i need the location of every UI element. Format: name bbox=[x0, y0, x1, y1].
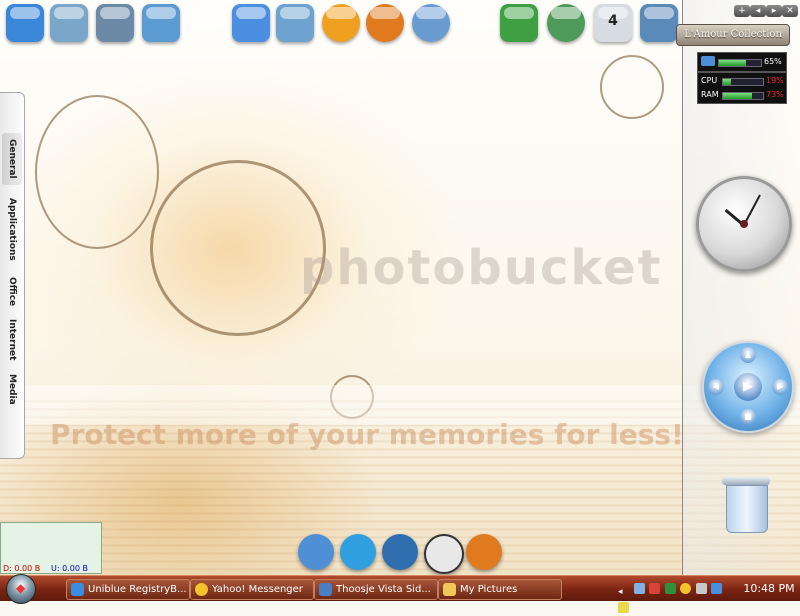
documents-icon[interactable] bbox=[50, 4, 88, 42]
task-thoosje-label: Thoosje Vista Sid... bbox=[336, 584, 431, 595]
tray-safety-icon[interactable] bbox=[618, 602, 629, 613]
thoosje-icon bbox=[319, 582, 332, 596]
media-icon[interactable] bbox=[96, 4, 134, 42]
recycle-bin-icon[interactable] bbox=[720, 475, 772, 533]
battery-meter: 65% bbox=[697, 52, 787, 72]
battery-value: 65% bbox=[764, 57, 782, 66]
task-uniblue[interactable]: Uniblue RegistryB... bbox=[66, 579, 190, 600]
network-icon[interactable] bbox=[142, 4, 180, 42]
tab-office-label: Office bbox=[7, 277, 17, 307]
dock-firefox-icon[interactable] bbox=[466, 534, 502, 570]
firefox-icon[interactable] bbox=[366, 4, 404, 42]
media-next-icon[interactable]: ▶ bbox=[772, 379, 788, 395]
ram-label: RAM bbox=[701, 90, 719, 99]
cpu-bar-fill bbox=[723, 79, 731, 85]
tab-internet[interactable]: Internet bbox=[2, 317, 22, 363]
tray-expand-icon[interactable]: ◂ bbox=[618, 587, 629, 598]
cpu-bar bbox=[722, 78, 764, 86]
cpu-value: 19% bbox=[766, 76, 784, 85]
ship-icon[interactable] bbox=[640, 4, 678, 42]
watermark-slogan: Protect more of your memories for less! bbox=[50, 418, 684, 451]
media-stop-icon[interactable]: ■ bbox=[740, 409, 756, 425]
transfer-icon[interactable] bbox=[276, 4, 314, 42]
uniblue-icon bbox=[71, 582, 84, 596]
dock-windows-icon[interactable] bbox=[382, 534, 418, 570]
tab-media-label: Media bbox=[7, 373, 17, 405]
taskbar-clock[interactable]: 10:48 PM bbox=[740, 576, 798, 601]
tray-shield-icon[interactable] bbox=[649, 583, 660, 594]
network-monitor-gadget: D: 0.00 B U: 0.00 B bbox=[0, 522, 102, 574]
settings-icon[interactable] bbox=[547, 4, 585, 42]
battery-bar bbox=[718, 59, 762, 67]
net-upload-value: U: 0.00 B bbox=[51, 564, 88, 573]
task-my-pictures-label: My Pictures bbox=[460, 584, 518, 595]
media-prev-icon[interactable]: ◀ bbox=[708, 379, 724, 395]
wallpaper-swirl bbox=[35, 95, 159, 249]
recycle-bin-lid bbox=[722, 477, 770, 485]
desktop-wallpaper: photobucket Protect more of your memorie… bbox=[0, 0, 800, 575]
search-icon[interactable] bbox=[412, 4, 450, 42]
media-up-icon[interactable]: ▲ bbox=[740, 347, 756, 363]
system-tray: ◂ bbox=[618, 579, 736, 613]
net-download-value: D: 0.00 B bbox=[3, 564, 41, 573]
ram-bar-fill bbox=[723, 93, 753, 99]
battery-icon bbox=[701, 56, 715, 66]
media-play-icon[interactable]: ▶ bbox=[734, 373, 762, 401]
cpu-label: CPU bbox=[701, 76, 718, 85]
task-thoosje-sidebar[interactable]: Thoosje Vista Sid... bbox=[314, 579, 438, 600]
tab-internet-label: Internet bbox=[7, 319, 17, 361]
yahoo-messenger-icon bbox=[195, 582, 208, 596]
messenger-icon[interactable] bbox=[322, 4, 360, 42]
calendar-day: 4 bbox=[608, 13, 618, 29]
folder-icon bbox=[443, 582, 456, 596]
tab-general-label: General bbox=[7, 139, 17, 179]
launcher-side-tabs: General Applications Office Internet Med… bbox=[0, 92, 25, 459]
taskbar: ◆ Uniblue RegistryB... Yahoo! Messenger … bbox=[0, 574, 800, 613]
task-yahoo-label: Yahoo! Messenger bbox=[212, 584, 303, 595]
gecko-icon[interactable] bbox=[500, 4, 538, 42]
tray-network-icon[interactable] bbox=[633, 583, 645, 594]
analog-clock-gadget[interactable] bbox=[696, 176, 792, 272]
sidebar-title: L'Amour Collection bbox=[676, 24, 790, 46]
tray-volume-icon[interactable] bbox=[695, 583, 707, 594]
tray-update-icon[interactable] bbox=[711, 583, 722, 594]
tray-antivirus-icon[interactable] bbox=[664, 583, 676, 594]
ram-bar bbox=[722, 92, 764, 100]
task-uniblue-label: Uniblue RegistryB... bbox=[88, 584, 187, 595]
media-player-gadget: ▲ ◀ ▶ ▶ ■ bbox=[702, 341, 794, 433]
tray-messenger-icon[interactable] bbox=[680, 583, 691, 594]
tab-applications[interactable]: Applications bbox=[2, 193, 22, 265]
dock-app-icon[interactable] bbox=[298, 534, 334, 570]
clock-center bbox=[740, 220, 748, 228]
tab-media[interactable]: Media bbox=[2, 369, 22, 409]
dock-clock-icon[interactable] bbox=[424, 534, 464, 574]
my-computer-icon[interactable] bbox=[6, 4, 44, 42]
sidebar-prev-button[interactable]: ◂ bbox=[750, 5, 766, 17]
tab-general[interactable]: General bbox=[2, 133, 22, 185]
explorer-icon[interactable] bbox=[232, 4, 270, 42]
ram-value: 73% bbox=[766, 90, 784, 99]
cpu-ram-meter: CPU 19% RAM 73% bbox=[697, 72, 787, 104]
calendar-icon[interactable]: 4 bbox=[594, 4, 632, 42]
task-my-pictures[interactable]: My Pictures bbox=[438, 579, 562, 600]
recycle-bin-body bbox=[726, 485, 768, 533]
sidebar-next-button[interactable]: ▸ bbox=[766, 5, 782, 17]
wallpaper-swirl bbox=[600, 55, 664, 119]
watermark-brand: photobucket bbox=[300, 240, 663, 296]
tab-office[interactable]: Office bbox=[2, 273, 22, 311]
windows-logo-icon: ◆ bbox=[16, 581, 26, 595]
battery-bar-fill bbox=[719, 60, 747, 66]
sidebar-add-button[interactable]: + bbox=[734, 5, 750, 17]
tab-applications-label: Applications bbox=[7, 197, 17, 261]
dock-messenger-icon[interactable] bbox=[340, 534, 376, 570]
task-yahoo-messenger[interactable]: Yahoo! Messenger bbox=[190, 579, 314, 600]
sidebar-close-button[interactable]: ✕ bbox=[782, 5, 798, 17]
